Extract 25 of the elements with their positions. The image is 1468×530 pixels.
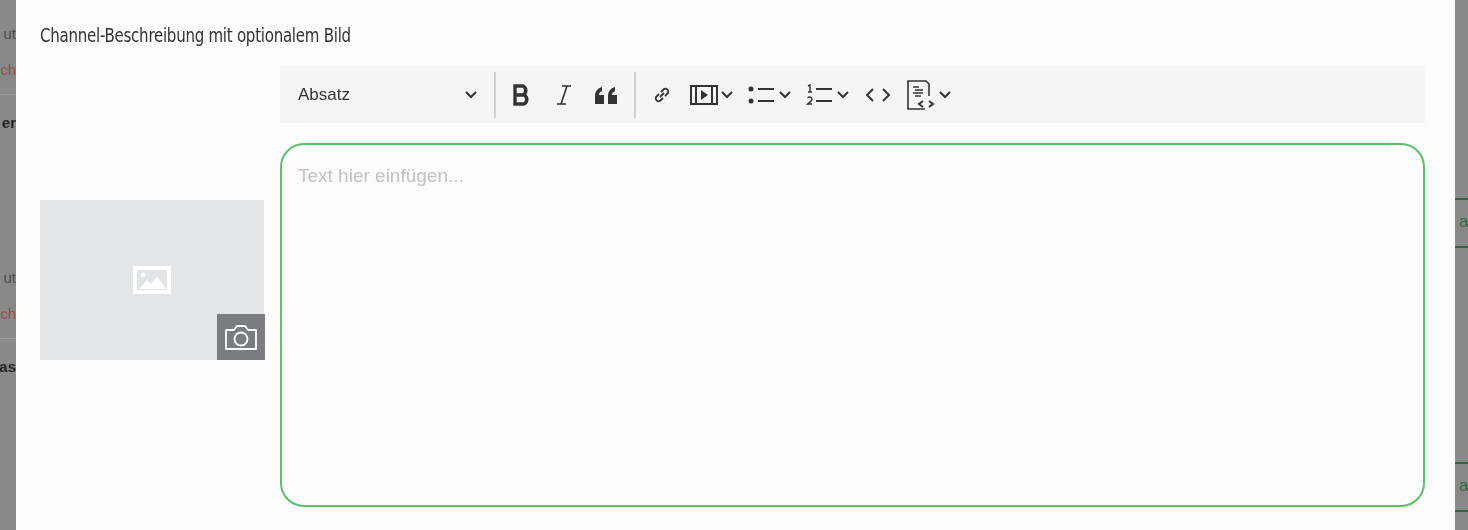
camera-button[interactable]: [217, 314, 265, 360]
caret-icon: [720, 90, 734, 99]
caret-icon: [938, 90, 952, 99]
backdrop-text: ut: [2, 268, 16, 288]
image-icon: [133, 266, 171, 294]
bold-icon: [512, 83, 532, 106]
film-icon: [690, 83, 718, 106]
editor-placeholder: Text hier einfügen...: [298, 165, 464, 186]
source-document-icon: [906, 78, 936, 111]
paragraph-format-dropdown[interactable]: Absatz: [288, 74, 488, 115]
code-icon: [865, 86, 891, 103]
backdrop-text: a: [1458, 475, 1468, 497]
caret-icon: [464, 90, 478, 99]
bullet-list-icon: [748, 84, 776, 105]
backdrop-text: a: [1458, 211, 1468, 233]
camera-icon: [223, 323, 259, 351]
caret-icon: [836, 90, 850, 99]
italic-icon: [555, 83, 573, 106]
caret-icon: [778, 90, 792, 99]
backdrop-text: er: [0, 113, 16, 133]
backdrop-text: as: [0, 357, 16, 377]
dialog-title: Channel-Beschreibung mit optionalem Bild: [40, 24, 351, 46]
quote-icon: [594, 85, 618, 104]
backdrop-text: ut: [2, 24, 16, 44]
numbered-list-icon: [806, 82, 834, 107]
